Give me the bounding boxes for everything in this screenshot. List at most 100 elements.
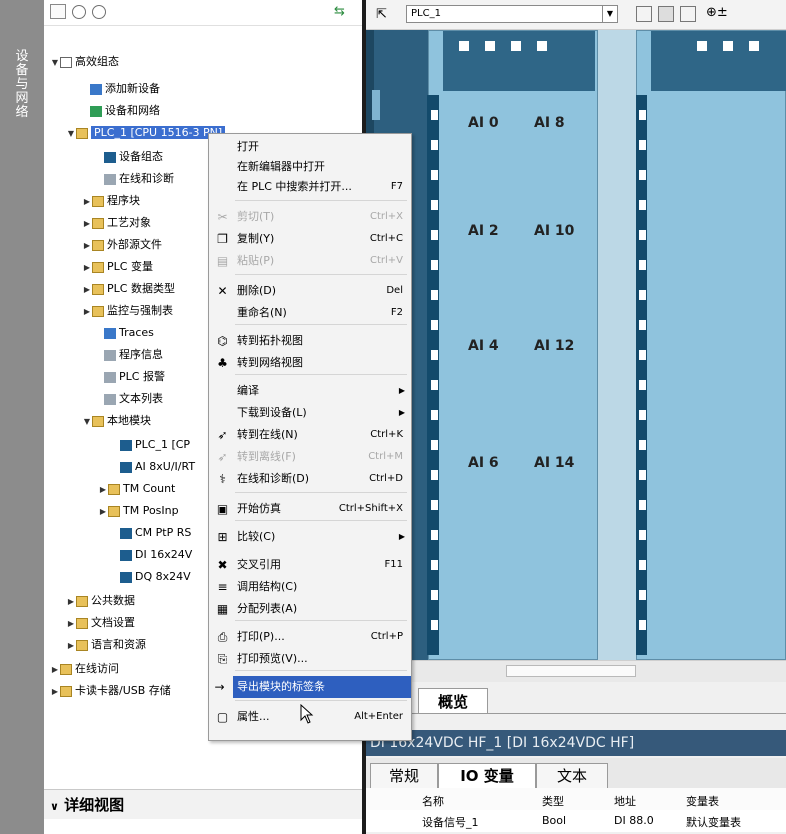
folder-icon	[92, 261, 104, 273]
overview-icon[interactable]	[658, 6, 674, 22]
detail-view-header[interactable]: ∨ 详细视图	[44, 789, 362, 819]
chevron-right-icon[interactable]: ▶	[98, 503, 108, 521]
tree-item-local-plc1[interactable]: PLC_1 [CP	[110, 436, 190, 454]
cell-type[interactable]: Bool	[542, 814, 566, 827]
tab-texts[interactable]: 文本	[536, 763, 608, 789]
chevron-right-icon[interactable]: ▶	[50, 661, 60, 679]
menu-item[interactable]: 在 PLC 中搜索并打开... F7	[209, 176, 411, 198]
menu-item[interactable]: ➶ 转到离线(F) Ctrl+M	[209, 446, 411, 468]
tree-item-plc-alarms[interactable]: PLC 报警	[94, 368, 165, 386]
tree-item-device-config[interactable]: 设备组态	[94, 148, 163, 166]
project-view-icon[interactable]	[50, 4, 66, 19]
tree-item-cm-ptp[interactable]: CM PtP RS	[110, 524, 191, 542]
menu-item[interactable]: ≡ 调用结构(C)	[209, 576, 411, 598]
tree-item-external-sources[interactable]: ▶ 外部源文件	[82, 236, 162, 254]
menu-item[interactable]: ❐ 复制(Y) Ctrl+C	[209, 228, 411, 250]
cell-address[interactable]: DI 88.0	[614, 814, 654, 827]
tree-item-tm-count[interactable]: ▶ TM Count	[98, 480, 175, 498]
digital-input-module[interactable]	[635, 30, 786, 660]
tree-item-plc1[interactable]: ▼ PLC_1 [CPU 1516-3 PN]	[66, 124, 226, 143]
menu-item[interactable]: ⎘ 打印预览(V)...	[209, 648, 411, 670]
tree-item-languages-resources[interactable]: ▶ 语言和资源	[66, 636, 146, 654]
tree-item-document-settings[interactable]: ▶ 文档设置	[66, 614, 135, 632]
menu-item[interactable]: 编译 ▶	[209, 380, 411, 402]
tree-item-add-device[interactable]: 添加新设备	[80, 80, 160, 98]
zoom-icon[interactable]: ⊕±	[706, 5, 728, 20]
chevron-down-icon[interactable]: ▼	[50, 54, 60, 72]
menu-item[interactable]: 下载到设备(L) ▶	[209, 402, 411, 424]
tree-item-online-access[interactable]: ▶ 在线访问	[50, 660, 119, 678]
refresh-icon[interactable]: ⇆	[334, 4, 350, 20]
menu-item[interactable]: ✂ 剪切(T) Ctrl+X	[209, 206, 411, 228]
folder-icon	[76, 617, 88, 629]
grid-icon[interactable]	[680, 6, 696, 22]
tab-io-tags[interactable]: IO 变量	[438, 763, 536, 789]
tree-item-plc-data-types[interactable]: ▶ PLC 数据类型	[82, 280, 175, 298]
tree-item-text-lists[interactable]: 文本列表	[94, 390, 163, 408]
chevron-down-icon[interactable]: ▼	[66, 125, 76, 143]
menu-item[interactable]: ⚕ 在线和诊断(D) Ctrl+D	[209, 468, 411, 490]
menu-item[interactable]: ✖ 交叉引用 F11	[209, 554, 411, 576]
tree-item-traces[interactable]: Traces	[94, 324, 154, 342]
menu-item[interactable]: ▤ 粘贴(P) Ctrl+V	[209, 250, 411, 272]
tree-item-technology-objects[interactable]: ▶ 工艺对象	[82, 214, 151, 232]
tab-overview[interactable]: 概览	[418, 688, 488, 714]
table-row[interactable]: 设备信号_1 Bool DI 88.0 默认变量表	[366, 810, 786, 832]
device-add-icon[interactable]: ⇱	[376, 7, 387, 22]
menu-item[interactable]: 在新编辑器中打开	[209, 156, 411, 178]
chevron-down-icon[interactable]: ▼	[82, 413, 92, 431]
menu-item[interactable]: → 导出模块的标签条	[214, 676, 411, 698]
chevron-right-icon[interactable]: ▶	[82, 281, 92, 299]
tree-item-local-modules[interactable]: ▼ 本地模块	[82, 412, 151, 430]
menu-item[interactable]: ▦ 分配列表(A)	[209, 598, 411, 620]
menu-item[interactable]: 打开	[209, 136, 411, 158]
dropdown-arrow-icon[interactable]: ▼	[602, 6, 617, 22]
vertical-tab-devices-networks[interactable]: 设备与网络	[13, 50, 31, 120]
item-icon	[104, 371, 116, 383]
tree-item-dq-module[interactable]: DQ 8x24V	[110, 568, 191, 586]
io-tags-header: 名称 类型 地址 变量表	[366, 788, 786, 810]
chevron-right-icon[interactable]: ▶	[82, 303, 92, 321]
tree-item-di-module[interactable]: DI 16x24V	[110, 546, 192, 564]
chevron-right-icon[interactable]: ▶	[66, 593, 76, 611]
chevron-right-icon[interactable]: ▶	[50, 683, 60, 701]
tree-item-online-diagnostics[interactable]: 在线和诊断	[94, 170, 174, 188]
tree-item-plc-tags[interactable]: ▶ PLC 变量	[82, 258, 153, 276]
tree-item-program-info[interactable]: 程序信息	[94, 346, 163, 364]
tab-general[interactable]: 常规	[370, 763, 438, 789]
tree-item-program-blocks[interactable]: ▶ 程序块	[82, 192, 140, 210]
chevron-right-icon[interactable]: ▶	[82, 215, 92, 233]
tree-item-common-data[interactable]: ▶ 公共数据	[66, 592, 135, 610]
horizontal-scrollbar[interactable]	[366, 660, 786, 682]
menu-item[interactable]: ⎙ 打印(P)... Ctrl+P	[209, 626, 411, 648]
tree-item-tm-posinput[interactable]: ▶ TM PosInp	[98, 502, 179, 520]
chevron-right-icon[interactable]: ▶	[98, 481, 108, 499]
menu-item[interactable]: ▣ 开始仿真 Ctrl+Shift+X	[209, 498, 411, 520]
chevron-right-icon[interactable]: ▶	[66, 637, 76, 655]
menu-item[interactable]: ♣ 转到网络视图	[209, 352, 411, 374]
chevron-right-icon[interactable]: ▶	[82, 259, 92, 277]
menu-item[interactable]: ⊞ 比较(C) ▶	[209, 526, 411, 548]
menu-item[interactable]: ➶ 转到在线(N) Ctrl+K	[209, 424, 411, 446]
table-icon[interactable]	[636, 6, 652, 22]
device-select[interactable]: PLC_1 ▼	[406, 5, 618, 23]
cell-tag-table[interactable]: 默认变量表	[686, 814, 741, 830]
device-canvas[interactable]: AI 0 AI 8 AI 2 AI 10 AI 4 AI 12 AI 6 AI 14	[366, 30, 786, 660]
back-icon[interactable]	[72, 5, 86, 19]
menu-item[interactable]: ⌬ 转到拓扑视图	[209, 330, 411, 352]
menu-item[interactable]: ✕ 删除(D) Del	[209, 280, 411, 302]
tree-root[interactable]: ▼ 高效组态	[50, 53, 119, 71]
chevron-right-icon[interactable]: ▶	[82, 193, 92, 211]
menu-item-label: 在新编辑器中打开	[237, 160, 325, 173]
tree-item-card-reader[interactable]: ▶ 卡读卡器/USB 存储	[50, 682, 171, 700]
tree-item-watch-force-tables[interactable]: ▶ 监控与强制表	[82, 302, 173, 320]
menu-item[interactable]: 重命名(N) F2	[209, 302, 411, 324]
forward-icon[interactable]	[92, 5, 106, 19]
scrollbar-thumb[interactable]	[506, 665, 636, 677]
cell-name[interactable]: 设备信号_1	[422, 814, 479, 830]
vertical-tab-strip[interactable]: 设备与网络	[0, 0, 44, 834]
tree-item-devices-networks[interactable]: 设备和网络	[80, 102, 160, 120]
chevron-right-icon[interactable]: ▶	[66, 615, 76, 633]
tree-item-ai-module[interactable]: AI 8xU/I/RT	[110, 458, 195, 476]
chevron-right-icon[interactable]: ▶	[82, 237, 92, 255]
